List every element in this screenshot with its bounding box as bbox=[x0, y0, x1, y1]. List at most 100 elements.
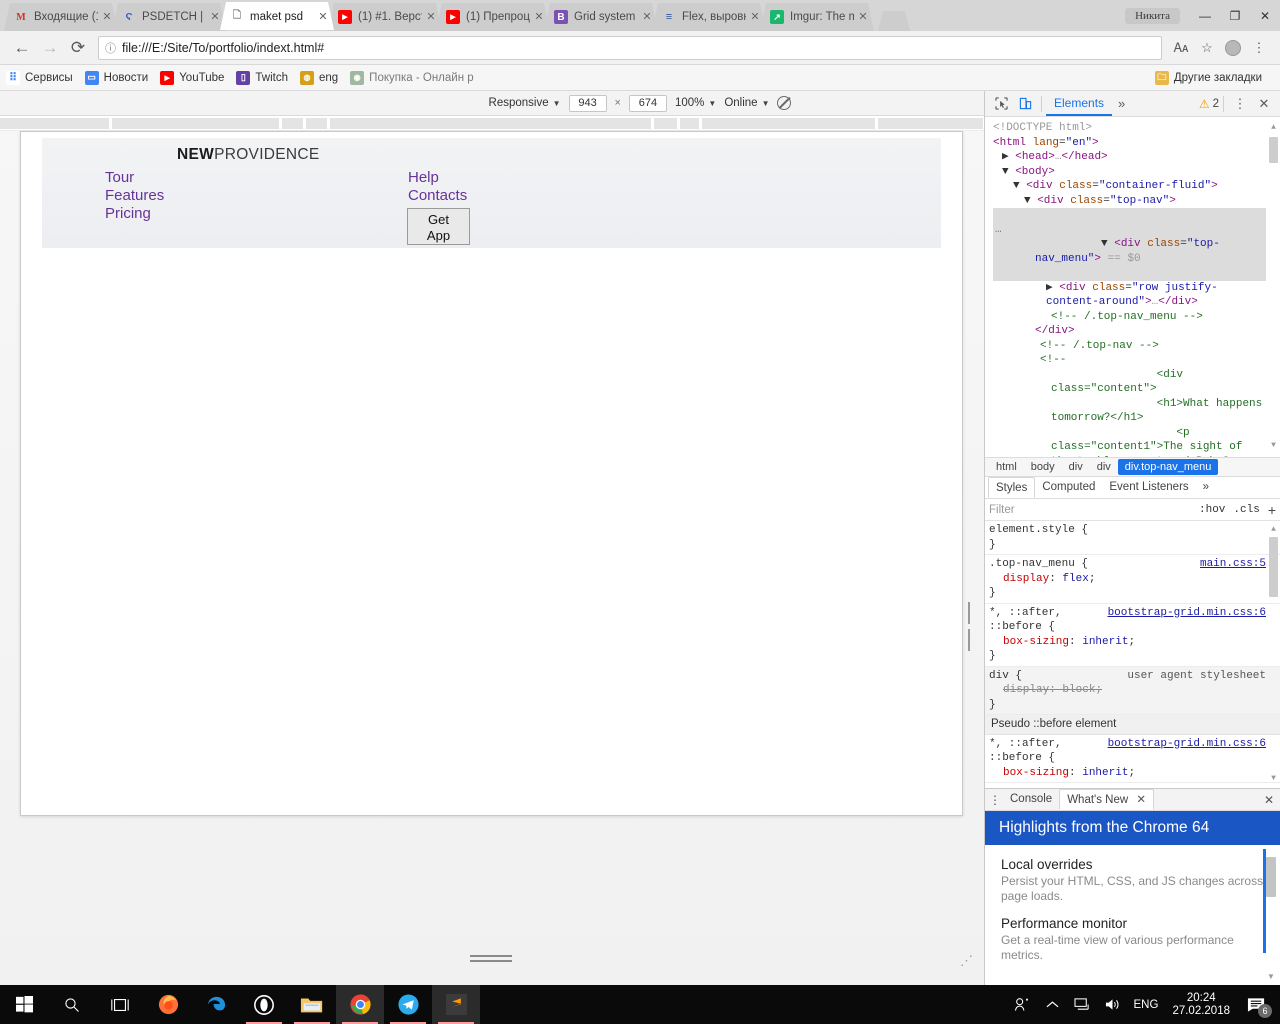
action-center-icon[interactable]: 6 bbox=[1238, 985, 1274, 1024]
zoom-select[interactable]: 100% ▼ bbox=[675, 97, 716, 109]
dom-tree-scrollbar[interactable]: ▲ ▼ bbox=[1269, 121, 1278, 453]
browser-tab[interactable]: ▶ (1) #1. Верстк ✕ bbox=[328, 3, 442, 31]
css-property-value[interactable]: block bbox=[1062, 684, 1095, 696]
task-view-icon[interactable] bbox=[96, 985, 144, 1024]
page-info-icon[interactable]: ⓘ bbox=[105, 40, 116, 56]
css-property-name[interactable]: display bbox=[1003, 684, 1049, 696]
device-toggle-icon[interactable] bbox=[1013, 92, 1037, 116]
browser-tab[interactable]: ≡ Flex, выровн ✕ bbox=[652, 3, 766, 31]
tab-close-icon[interactable]: ✕ bbox=[748, 10, 762, 24]
browser-tab[interactable]: ↗ Imgur: The m ✕ bbox=[760, 3, 874, 31]
tab-close-icon[interactable]: ✕ bbox=[1136, 794, 1146, 806]
dom-line[interactable]: <html lang="en"> bbox=[993, 136, 1266, 151]
forward-icon[interactable]: → bbox=[36, 34, 64, 62]
css-source-link[interactable]: bootstrap-grid.min.css:6 bbox=[1108, 606, 1266, 621]
bookmark-star-icon[interactable]: ☆ bbox=[1194, 35, 1220, 61]
browser-tab[interactable]: Ϛ PSDETCH | PS ✕ bbox=[112, 3, 226, 31]
no-throttling-icon[interactable] bbox=[777, 96, 791, 110]
taskbar-clock[interactable]: 20:24 27.02.2018 bbox=[1164, 992, 1238, 1018]
sublime-text-icon[interactable] bbox=[432, 985, 480, 1024]
breadcrumb-body[interactable]: body bbox=[1024, 459, 1062, 475]
bookmark-item[interactable]: ⠿ Сервисы bbox=[6, 71, 73, 85]
dom-line[interactable]: ▶ <head>…</head> bbox=[993, 150, 1266, 165]
media-query-bar[interactable] bbox=[306, 118, 328, 129]
bookmark-item[interactable]: ◍ eng bbox=[300, 71, 338, 85]
get-app-button[interactable]: Get App bbox=[407, 208, 470, 245]
address-bar[interactable]: ⓘ file:///E:/Site/To/portfolio/indext.ht… bbox=[98, 36, 1162, 60]
drawer-close-icon[interactable]: ✕ bbox=[1258, 793, 1280, 807]
tab-whats-new[interactable]: What's New ✕ bbox=[1059, 789, 1154, 810]
css-property-name[interactable]: display bbox=[1003, 573, 1049, 585]
css-source-link[interactable]: bootstrap-grid.min.css:6 bbox=[1108, 737, 1266, 752]
toggle-cls-button[interactable]: .cls bbox=[1233, 504, 1259, 516]
dom-line[interactable]: </div> bbox=[993, 324, 1266, 339]
dom-line[interactable]: ▼ <div class="container-fluid"> bbox=[993, 179, 1266, 194]
media-query-bar[interactable] bbox=[702, 118, 876, 129]
whats-new-item[interactable]: Local overrides Persist your HTML, CSS, … bbox=[1001, 857, 1264, 904]
css-selector[interactable]: element.style { bbox=[989, 523, 1266, 538]
css-property-value[interactable]: inherit bbox=[1082, 767, 1128, 779]
scroll-up-icon[interactable]: ▲ bbox=[1269, 523, 1278, 538]
breadcrumb-div[interactable]: div bbox=[1062, 459, 1090, 475]
css-source-link[interactable]: main.css:5 bbox=[1200, 557, 1266, 572]
dom-line[interactable]: ▶ <div class="row justify-content-around… bbox=[993, 281, 1266, 310]
throttling-select[interactable]: Online ▼ bbox=[724, 97, 769, 109]
scrollbar-thumb[interactable] bbox=[1266, 857, 1276, 897]
network-icon[interactable] bbox=[1068, 985, 1098, 1024]
devtools-close-icon[interactable]: ✕ bbox=[1252, 92, 1276, 116]
dom-line[interactable]: <!-- bbox=[993, 353, 1266, 368]
scroll-up-icon[interactable]: ▲ bbox=[1269, 121, 1278, 136]
bookmark-item[interactable]: ◉ Покупка - Онлайн p bbox=[350, 71, 473, 85]
maximize-button[interactable]: ❐ bbox=[1220, 2, 1250, 30]
dom-line[interactable]: <!-- /.top-nav_menu --> bbox=[993, 310, 1266, 325]
edge-icon[interactable] bbox=[192, 985, 240, 1024]
media-query-bar[interactable] bbox=[330, 118, 652, 129]
toggle-hov-button[interactable]: :hov bbox=[1199, 504, 1225, 516]
minimize-button[interactable]: — bbox=[1190, 2, 1220, 30]
dom-line[interactable]: <div class="content"> bbox=[993, 368, 1266, 397]
nav-link-pricing[interactable]: Pricing bbox=[105, 205, 164, 223]
whats-new-list[interactable]: Local overrides Persist your HTML, CSS, … bbox=[985, 845, 1280, 985]
css-declaration-overridden[interactable]: display: block; bbox=[989, 683, 1266, 698]
viewport-width-input[interactable]: 943 bbox=[569, 95, 607, 112]
volume-icon[interactable] bbox=[1098, 985, 1128, 1024]
language-indicator[interactable]: ENG bbox=[1128, 985, 1165, 1024]
dom-line-selected[interactable]: … ▼ <div class="top-nav_menu"> == $0 bbox=[993, 208, 1266, 281]
people-icon[interactable] bbox=[1008, 985, 1038, 1024]
profile-name-chip[interactable]: Никита bbox=[1125, 8, 1180, 24]
avatar[interactable] bbox=[1220, 35, 1246, 61]
css-property-value[interactable]: inherit bbox=[1082, 636, 1128, 648]
media-query-bar[interactable] bbox=[654, 118, 678, 129]
more-styles-tabs-icon[interactable]: » bbox=[1196, 477, 1216, 498]
translate-icon[interactable]: 🗛 bbox=[1168, 35, 1194, 61]
drawer-menu-icon[interactable]: ⋮ bbox=[987, 793, 1003, 807]
dom-line[interactable]: <!-- /.top-nav --> bbox=[993, 339, 1266, 354]
viewport-resize-handle-corner[interactable]: ⋰ bbox=[960, 953, 976, 969]
opera-icon[interactable] bbox=[240, 985, 288, 1024]
reload-icon[interactable]: ⟳ bbox=[64, 34, 92, 62]
browser-tab[interactable]: M Входящие (1 ✕ bbox=[4, 3, 118, 31]
telegram-icon[interactable] bbox=[384, 985, 432, 1024]
inspect-cursor-icon[interactable] bbox=[989, 92, 1013, 116]
breadcrumb-selected[interactable]: div.top-nav_menu bbox=[1118, 459, 1219, 475]
warning-counter[interactable]: ⚠ 2 bbox=[1199, 97, 1219, 111]
new-tab-button[interactable] bbox=[878, 11, 910, 31]
new-style-rule-button[interactable]: + bbox=[1268, 502, 1276, 518]
scrollbar-thumb[interactable] bbox=[1269, 537, 1278, 597]
breadcrumb-html[interactable]: html bbox=[989, 459, 1024, 475]
viewport-height-input[interactable]: 674 bbox=[629, 95, 667, 112]
tab-styles[interactable]: Styles bbox=[988, 477, 1035, 498]
chrome-icon[interactable] bbox=[336, 985, 384, 1024]
css-declaration[interactable]: box-sizing: inherit; bbox=[989, 635, 1266, 650]
other-bookmarks-folder[interactable]: 🗀 Другие закладки bbox=[1155, 71, 1262, 85]
tab-computed[interactable]: Computed bbox=[1035, 477, 1102, 498]
tab-close-icon[interactable]: ✕ bbox=[424, 10, 438, 24]
css-rule[interactable]: bootstrap-grid.min.css:6 *, ::after,::be… bbox=[985, 604, 1280, 667]
css-property-value[interactable]: flex bbox=[1062, 573, 1088, 585]
css-rule-ua[interactable]: user agent stylesheet div { display: blo… bbox=[985, 667, 1280, 716]
close-window-button[interactable]: ✕ bbox=[1250, 2, 1280, 30]
scrollbar-thumb[interactable] bbox=[1269, 137, 1278, 163]
tab-close-icon[interactable]: ✕ bbox=[532, 10, 546, 24]
css-declaration[interactable]: box-sizing: inherit; bbox=[989, 766, 1266, 781]
bookmark-item[interactable]: ▶ YouTube bbox=[160, 71, 224, 85]
